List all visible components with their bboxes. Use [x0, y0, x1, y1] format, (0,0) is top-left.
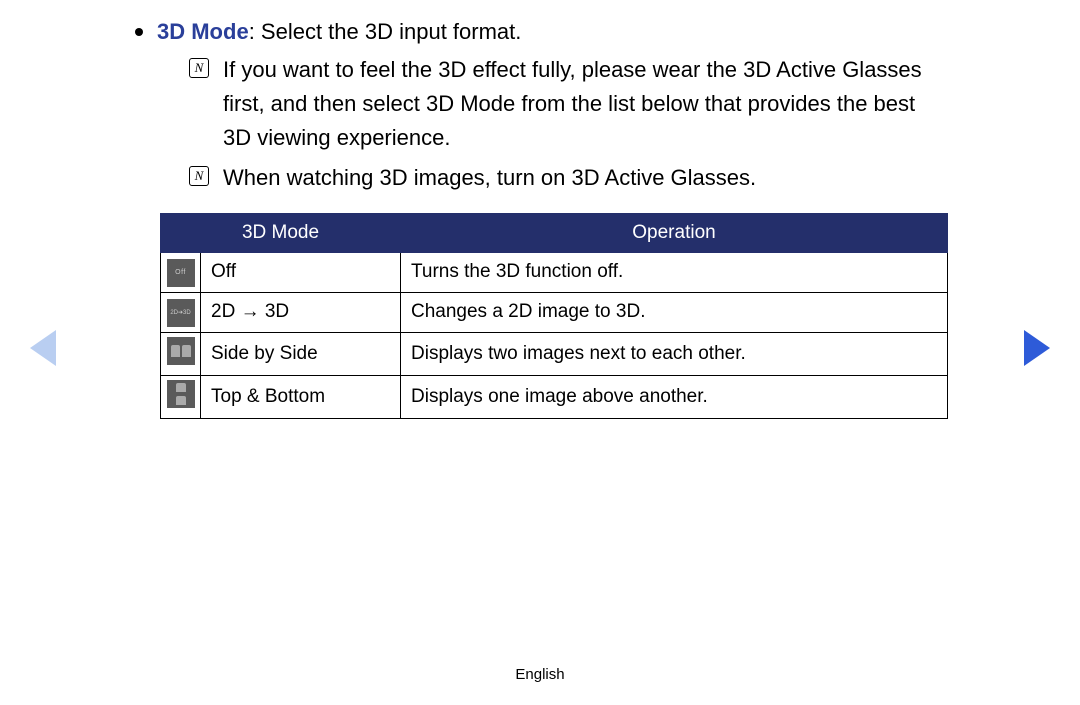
th-operation: Operation — [401, 213, 948, 252]
mode-operation: Displays one image above another. — [401, 375, 948, 418]
off-icon: Off — [167, 259, 195, 287]
note-icon: N — [189, 58, 209, 78]
top-bottom-icon — [167, 380, 195, 408]
manual-page: 3D Mode: Select the 3D input format. N I… — [0, 0, 1080, 705]
side-by-side-icon — [167, 337, 195, 365]
table-header-row: 3D Mode Operation — [161, 213, 948, 252]
note-icon: N — [189, 166, 209, 186]
table-row: Side by Side Displays two images next to… — [161, 332, 948, 375]
2d-to-3d-icon: 2D➔3D — [167, 299, 195, 327]
note-text: If you want to feel the 3D effect fully,… — [223, 53, 945, 155]
next-page-arrow-icon[interactable] — [1024, 330, 1050, 366]
heading-rest: : Select the 3D input format. — [249, 19, 522, 44]
table-row: Top & Bottom Displays one image above an… — [161, 375, 948, 418]
heading-row: 3D Mode: Select the 3D input format. — [135, 18, 945, 47]
mode-name: 2D → 3D — [201, 292, 401, 332]
table-row: Off Off Turns the 3D function off. — [161, 252, 948, 292]
heading-text: 3D Mode: Select the 3D input format. — [157, 18, 521, 47]
th-mode: 3D Mode — [161, 213, 401, 252]
bullet-dot-icon — [135, 28, 143, 36]
note-row: N When watching 3D images, turn on 3D Ac… — [189, 161, 945, 195]
footer-language: English — [0, 666, 1080, 683]
mode-icon-cell: Off — [161, 252, 201, 292]
mode-icon-cell — [161, 332, 201, 375]
mode-operation: Turns the 3D function off. — [401, 252, 948, 292]
mode-icon-cell — [161, 375, 201, 418]
mode-table: 3D Mode Operation Off Off Turns the 3D f… — [160, 213, 948, 419]
heading-label: 3D Mode — [157, 19, 249, 44]
mode-operation: Displays two images next to each other. — [401, 332, 948, 375]
prev-page-arrow-icon[interactable] — [30, 330, 56, 366]
mode-operation: Changes a 2D image to 3D. — [401, 292, 948, 332]
content-block: 3D Mode: Select the 3D input format. N I… — [135, 18, 945, 419]
mode-name: Side by Side — [201, 332, 401, 375]
mode-icon-cell: 2D➔3D — [161, 292, 201, 332]
table-row: 2D➔3D 2D → 3D Changes a 2D image to 3D. — [161, 292, 948, 332]
note-row: N If you want to feel the 3D effect full… — [189, 53, 945, 155]
note-text: When watching 3D images, turn on 3D Acti… — [223, 161, 945, 195]
mode-name: Top & Bottom — [201, 375, 401, 418]
mode-name: Off — [201, 252, 401, 292]
